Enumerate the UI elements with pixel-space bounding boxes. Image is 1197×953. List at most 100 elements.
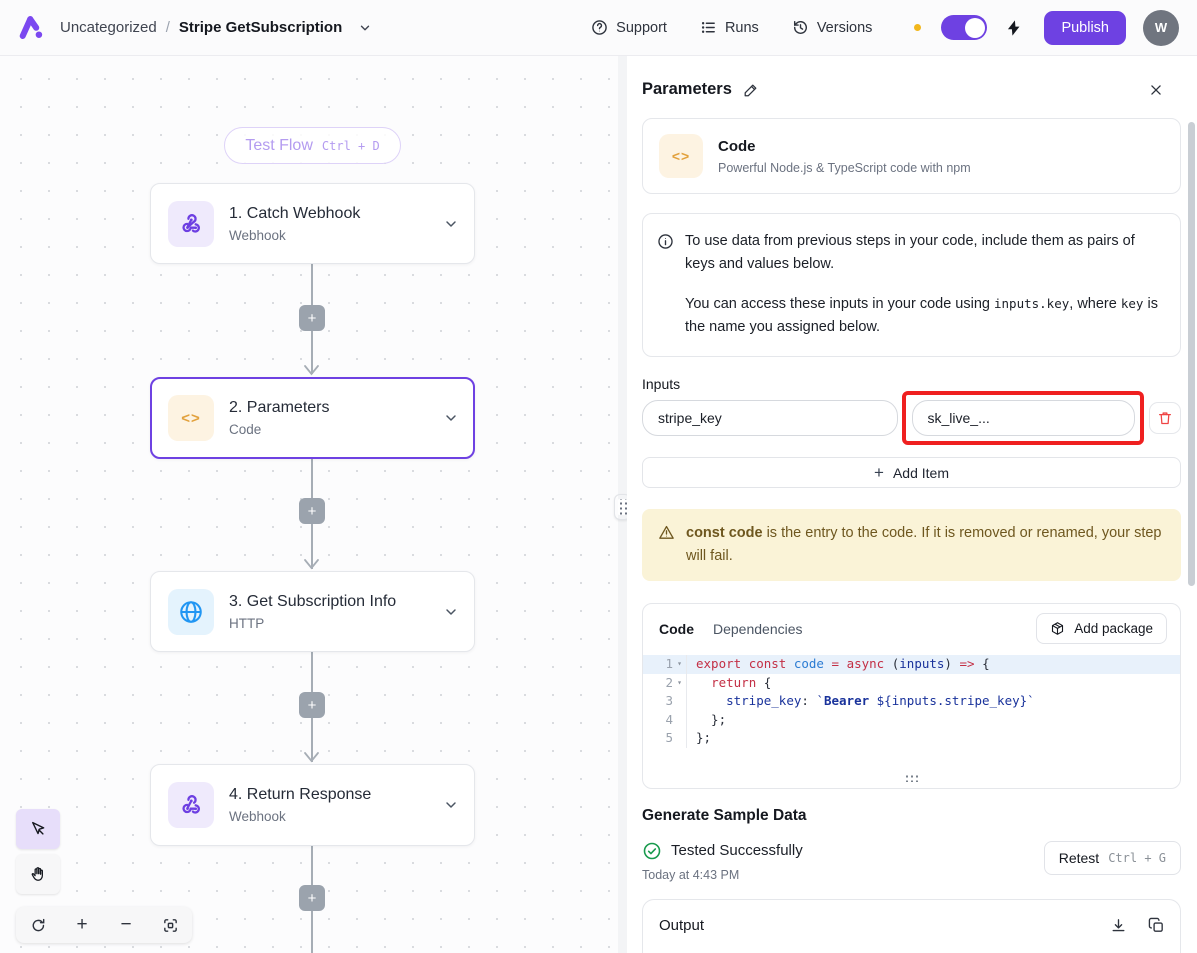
- refresh-icon: [30, 917, 47, 934]
- add-item-label: Add Item: [893, 465, 949, 481]
- test-status-row: Tested Successfully Today at 4:43 PM Ret…: [642, 841, 1181, 882]
- download-output-button[interactable]: [1110, 917, 1127, 934]
- delete-input-button[interactable]: [1149, 402, 1181, 434]
- panel-resize-divider[interactable]: [618, 56, 627, 953]
- activepieces-logo-icon[interactable]: [18, 14, 45, 41]
- runs-list-icon: [700, 19, 717, 36]
- publish-button[interactable]: Publish: [1044, 11, 1126, 45]
- code-line[interactable]: 2▾ return {: [643, 674, 1180, 693]
- code-editor-card: Code Dependencies Add package 1▾export c…: [642, 603, 1181, 789]
- add-item-button[interactable]: + Add Item: [642, 457, 1181, 488]
- inputs-label: Inputs: [642, 376, 1181, 392]
- chevron-down-icon[interactable]: [443, 216, 459, 232]
- globe-icon: [168, 589, 214, 635]
- panel-title: Parameters: [642, 80, 732, 99]
- inputs-help-card: To use data from previous steps in your …: [642, 213, 1181, 357]
- webhook-icon: [168, 782, 214, 828]
- add-step-button[interactable]: +: [299, 305, 325, 331]
- add-step-button[interactable]: +: [299, 498, 325, 524]
- user-avatar[interactable]: W: [1143, 10, 1179, 46]
- versions-history-icon: [792, 19, 809, 36]
- chevron-down-icon[interactable]: [443, 410, 459, 426]
- piece-name: Code: [718, 138, 971, 155]
- runs-button[interactable]: Runs: [700, 19, 759, 36]
- piece-description: Powerful Node.js & TypeScript code with …: [718, 161, 971, 175]
- copy-icon: [1148, 917, 1165, 934]
- step-subtitle: Webhook: [229, 809, 371, 824]
- draft-status-dot: [914, 24, 921, 31]
- arrow-down-icon: [303, 751, 320, 763]
- support-button[interactable]: Support: [591, 19, 667, 36]
- flow-menu-chevron-icon[interactable]: [358, 21, 372, 35]
- input-value-field[interactable]: [912, 400, 1136, 436]
- reset-view-button[interactable]: [16, 907, 60, 943]
- step-card-parameters[interactable]: <> 2. Parameters Code: [150, 377, 475, 459]
- test-flow-button[interactable]: Test Flow Ctrl + D: [224, 127, 401, 164]
- top-header: Uncategorized / Stripe GetSubscription S…: [0, 0, 1197, 56]
- code-line[interactable]: 1▾export const code = async (inputs) => …: [643, 655, 1180, 674]
- instant-run-bolt-icon[interactable]: [1005, 19, 1023, 37]
- canvas-tools-horizontal: + −: [16, 907, 192, 943]
- add-step-button[interactable]: +: [299, 692, 325, 718]
- arrow-down-icon: [303, 364, 320, 376]
- question-circle-icon: [591, 19, 608, 36]
- flow-canvas[interactable]: Test Flow Ctrl + D + + + +: [0, 56, 618, 953]
- chevron-down-icon[interactable]: [443, 604, 459, 620]
- fit-view-icon: [162, 917, 179, 934]
- breadcrumb-separator: /: [166, 19, 170, 36]
- main-area: Test Flow Ctrl + D + + + +: [0, 56, 1197, 953]
- add-step-button[interactable]: +: [299, 885, 325, 911]
- output-card: Output: [642, 899, 1181, 953]
- package-icon: [1050, 621, 1065, 636]
- step-card-catch-webhook[interactable]: 1. Catch Webhook Webhook: [150, 183, 475, 264]
- code-line[interactable]: 5};: [643, 729, 1180, 748]
- code-editor[interactable]: 1▾export const code = async (inputs) => …: [643, 655, 1180, 748]
- check-circle-icon: [642, 841, 662, 861]
- download-icon: [1110, 917, 1127, 934]
- input-key-field[interactable]: [642, 400, 898, 436]
- select-tool-button[interactable]: [16, 809, 60, 849]
- tab-code[interactable]: Code: [659, 621, 694, 637]
- code-line[interactable]: 3 stripe_key: `Bearer ${inputs.stripe_ke…: [643, 692, 1180, 711]
- support-label: Support: [616, 20, 667, 36]
- flow-enabled-toggle[interactable]: [941, 15, 987, 40]
- add-package-label: Add package: [1074, 621, 1153, 636]
- zoom-in-button[interactable]: +: [60, 907, 104, 943]
- breadcrumb: Uncategorized / Stripe GetSubscription: [60, 19, 372, 36]
- breadcrumb-folder[interactable]: Uncategorized: [60, 19, 157, 36]
- test-status-time: Today at 4:43 PM: [642, 868, 803, 882]
- webhook-icon: [168, 201, 214, 247]
- warning-text: const code is the entry to the code. If …: [686, 522, 1165, 568]
- pan-tool-button[interactable]: [16, 854, 60, 894]
- code-icon: <>: [168, 395, 214, 441]
- help-paragraph-1: To use data from previous steps in your …: [685, 230, 1162, 276]
- flow-name[interactable]: Stripe GetSubscription: [179, 19, 342, 36]
- versions-button[interactable]: Versions: [792, 19, 873, 36]
- step-title: 3. Get Subscription Info: [229, 593, 396, 611]
- canvas-tools-vertical: [16, 809, 60, 894]
- chevron-down-icon[interactable]: [443, 797, 459, 813]
- step-card-get-subscription-info[interactable]: 3. Get Subscription Info HTTP: [150, 571, 475, 652]
- info-circle-icon: [657, 233, 674, 339]
- tab-dependencies[interactable]: Dependencies: [713, 621, 803, 637]
- test-status-text: Tested Successfully: [671, 842, 803, 859]
- rename-step-pencil-icon[interactable]: [743, 82, 759, 98]
- step-card-return-response[interactable]: 4. Return Response Webhook: [150, 764, 475, 846]
- panel-scrollbar[interactable]: [1188, 122, 1195, 586]
- retest-shortcut: Ctrl + G: [1108, 851, 1166, 865]
- editor-resize-handle[interactable]: [903, 773, 920, 782]
- fit-view-button[interactable]: [148, 907, 192, 943]
- arrow-down-icon: [303, 558, 320, 570]
- add-package-button[interactable]: Add package: [1036, 613, 1167, 644]
- retest-button[interactable]: Retest Ctrl + G: [1044, 841, 1181, 875]
- zoom-out-button[interactable]: −: [104, 907, 148, 943]
- close-panel-icon[interactable]: [1149, 83, 1163, 97]
- runs-label: Runs: [725, 20, 759, 36]
- hand-icon: [29, 865, 47, 883]
- versions-label: Versions: [817, 20, 873, 36]
- code-line[interactable]: 4 };: [643, 711, 1180, 730]
- generate-sample-data-title: Generate Sample Data: [642, 807, 1181, 825]
- step-title: 4. Return Response: [229, 786, 371, 804]
- copy-output-button[interactable]: [1148, 917, 1165, 934]
- const-code-warning: const code is the entry to the code. If …: [642, 509, 1181, 581]
